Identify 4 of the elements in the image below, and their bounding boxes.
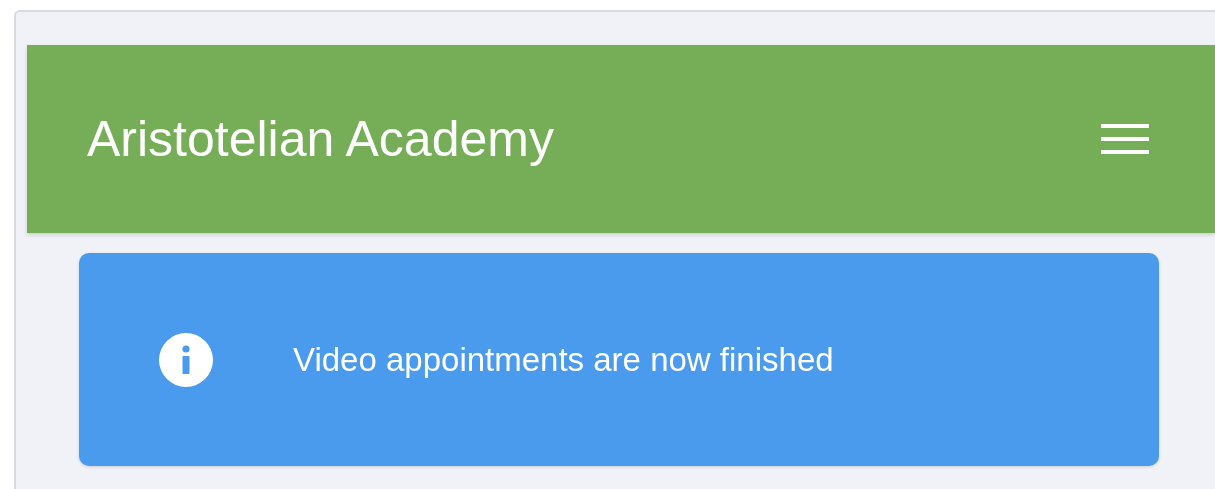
app-title: Aristotelian Academy — [87, 114, 554, 164]
alert-message: Video appointments are now finished — [293, 340, 834, 379]
menu-icon[interactable] — [1101, 124, 1149, 154]
info-icon — [159, 332, 213, 387]
